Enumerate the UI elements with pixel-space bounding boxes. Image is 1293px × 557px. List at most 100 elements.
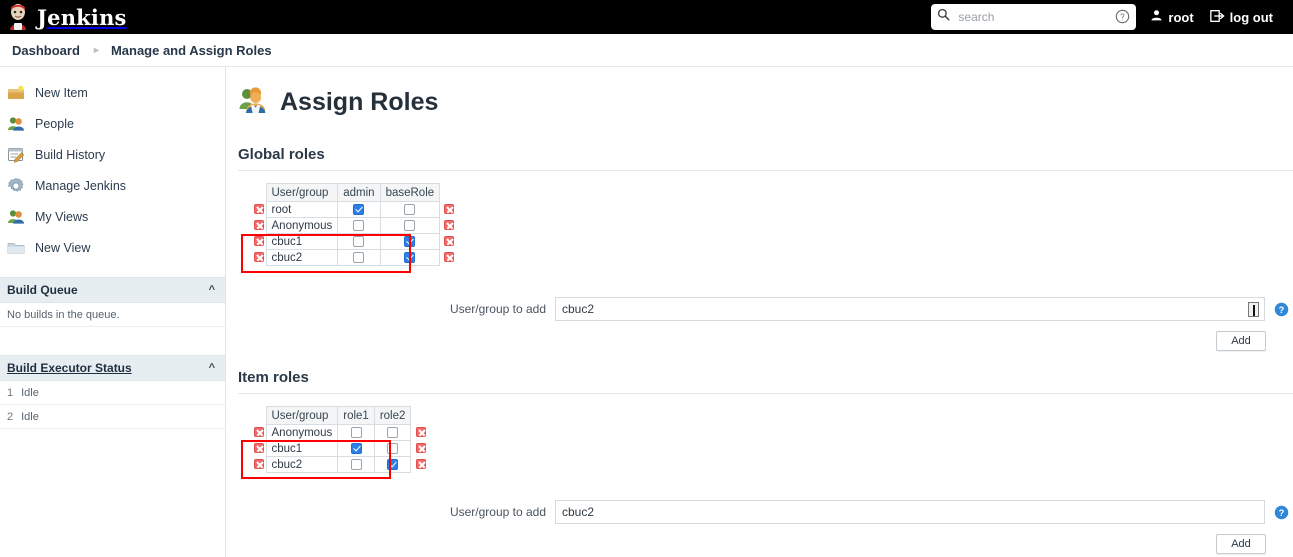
row-usergroup-name: cbuc2 xyxy=(265,249,339,266)
global-add-button-row: Add xyxy=(238,331,1293,351)
chevron-up-icon[interactable]: ^ xyxy=(209,362,215,374)
row-usergroup-name: cbuc1 xyxy=(265,233,339,250)
table-row: Anonymous xyxy=(250,217,456,234)
global-add-label: User/group to add xyxy=(449,302,546,316)
cell-role1 xyxy=(337,456,375,473)
row-delete-right-cell xyxy=(411,457,427,473)
delete-icon[interactable] xyxy=(254,427,265,438)
cell-baserole xyxy=(379,201,441,218)
sidebar-item-my-views[interactable]: My Views xyxy=(0,201,225,232)
checkbox-admin[interactable] xyxy=(353,219,365,231)
column-header-role2: role2 xyxy=(373,406,412,425)
table-row: root xyxy=(250,201,456,218)
brand-label: Jenkins xyxy=(37,4,127,30)
cell-admin xyxy=(337,217,381,234)
row-delete-right-cell xyxy=(411,441,427,457)
breadcrumb-item-manage-and-assign-roles[interactable]: Manage and Assign Roles xyxy=(111,43,272,58)
my-views-icon xyxy=(7,208,25,226)
delete-icon[interactable] xyxy=(254,459,265,470)
logout-label: log out xyxy=(1229,9,1273,25)
cell-role1 xyxy=(337,440,375,457)
table-header-row: User/group admin baseRole xyxy=(250,183,456,202)
build-history-icon xyxy=(7,146,25,164)
row-usergroup-name: root xyxy=(265,201,339,218)
chevron-up-icon[interactable]: ^ xyxy=(209,284,215,296)
executor-row[interactable]: 1 Idle xyxy=(0,381,225,405)
checkbox-role1[interactable] xyxy=(350,426,362,438)
delete-icon[interactable] xyxy=(254,220,265,231)
build-executor-status-title: Build Executor Status xyxy=(7,361,132,375)
item-roles-add-row: User/group to add cbuc2 ? xyxy=(238,500,1293,524)
build-queue-header[interactable]: Build Queue ^ xyxy=(0,277,225,303)
svg-text:?: ? xyxy=(1279,507,1285,517)
sidebar-item-manage-jenkins[interactable]: Manage Jenkins xyxy=(0,170,225,201)
checkbox-admin[interactable] xyxy=(353,251,365,263)
search-input[interactable] xyxy=(956,9,1107,25)
search-icon xyxy=(937,8,950,26)
row-delete-left-cell xyxy=(250,218,266,234)
svg-text:?: ? xyxy=(1279,304,1285,314)
checkbox-admin[interactable] xyxy=(353,235,365,247)
search-box[interactable]: ? xyxy=(931,4,1137,30)
executor-row[interactable]: 2 Idle xyxy=(0,405,225,429)
sidebar-item-new-view[interactable]: New View xyxy=(0,232,225,263)
add-button[interactable]: Add xyxy=(1216,534,1266,554)
checkbox-baserole[interactable] xyxy=(404,251,416,263)
global-add-input[interactable]: cbuc2 xyxy=(555,297,1265,321)
help-icon[interactable]: ? xyxy=(1274,505,1289,520)
build-executor-status-header[interactable]: Build Executor Status ^ xyxy=(0,355,225,381)
checkbox-baserole[interactable] xyxy=(404,235,416,247)
column-header-usergroup: User/group xyxy=(265,406,339,425)
delete-icon[interactable] xyxy=(415,459,426,470)
row-delete-right-cell xyxy=(440,202,456,218)
checkbox-role2[interactable] xyxy=(387,442,399,454)
sidebar-item-people[interactable]: People xyxy=(0,108,225,139)
row-usergroup-name: cbuc1 xyxy=(265,440,339,457)
top-navigation-bar: Jenkins ? xyxy=(0,0,1293,34)
cell-admin xyxy=(337,233,381,250)
row-delete-left-cell xyxy=(250,250,266,266)
delete-icon[interactable] xyxy=(444,220,455,231)
svg-text:?: ? xyxy=(1121,13,1126,22)
header-spacer-cell-right xyxy=(411,407,427,425)
item-add-input[interactable]: cbuc2 xyxy=(555,500,1265,524)
delete-icon[interactable] xyxy=(254,252,265,263)
delete-icon[interactable] xyxy=(444,236,455,247)
jenkins-butler-logo-icon xyxy=(6,3,30,31)
table-row: cbuc1 xyxy=(250,440,427,457)
checkbox-role1[interactable] xyxy=(350,458,362,470)
breadcrumb-item-dashboard[interactable]: Dashboard xyxy=(12,43,80,58)
search-help-circle-icon[interactable]: ? xyxy=(1115,9,1130,24)
delete-icon[interactable] xyxy=(444,252,455,263)
sidebar-item-build-history[interactable]: Build History xyxy=(0,139,225,170)
person-icon xyxy=(1150,9,1163,25)
checkbox-baserole[interactable] xyxy=(404,203,416,215)
delete-icon[interactable] xyxy=(254,236,265,247)
global-roles-add-row: User/group to add cbuc2 ? xyxy=(238,297,1293,321)
delete-icon[interactable] xyxy=(444,204,455,215)
user-menu-root[interactable]: root xyxy=(1150,9,1194,25)
column-header-baserole: baseRole xyxy=(379,183,441,202)
checkbox-role1[interactable] xyxy=(350,442,362,454)
sidebar-item-new-item[interactable]: New Item xyxy=(0,77,225,108)
sidebar-item-label: My Views xyxy=(35,209,89,224)
delete-icon[interactable] xyxy=(415,427,426,438)
delete-icon[interactable] xyxy=(254,443,265,454)
folder-icon xyxy=(7,239,25,257)
assign-roles-group-icon xyxy=(238,85,268,120)
checkbox-admin[interactable] xyxy=(353,203,365,215)
logout-link[interactable]: log out xyxy=(1209,9,1273,26)
logout-arrow-icon xyxy=(1209,9,1225,26)
sidebar-item-label: People xyxy=(35,116,74,131)
build-queue-empty-label: No builds in the queue. xyxy=(7,308,120,321)
checkbox-baserole[interactable] xyxy=(404,219,416,231)
header-spacer-cell-right xyxy=(440,184,456,202)
checkbox-role2[interactable] xyxy=(387,458,399,470)
jenkins-home-link[interactable]: Jenkins xyxy=(6,3,127,31)
delete-icon[interactable] xyxy=(254,204,265,215)
add-button[interactable]: Add xyxy=(1216,331,1266,351)
help-icon[interactable]: ? xyxy=(1274,302,1289,317)
text-cursor-icon xyxy=(1248,302,1259,317)
delete-icon[interactable] xyxy=(415,443,426,454)
checkbox-role2[interactable] xyxy=(387,426,399,438)
